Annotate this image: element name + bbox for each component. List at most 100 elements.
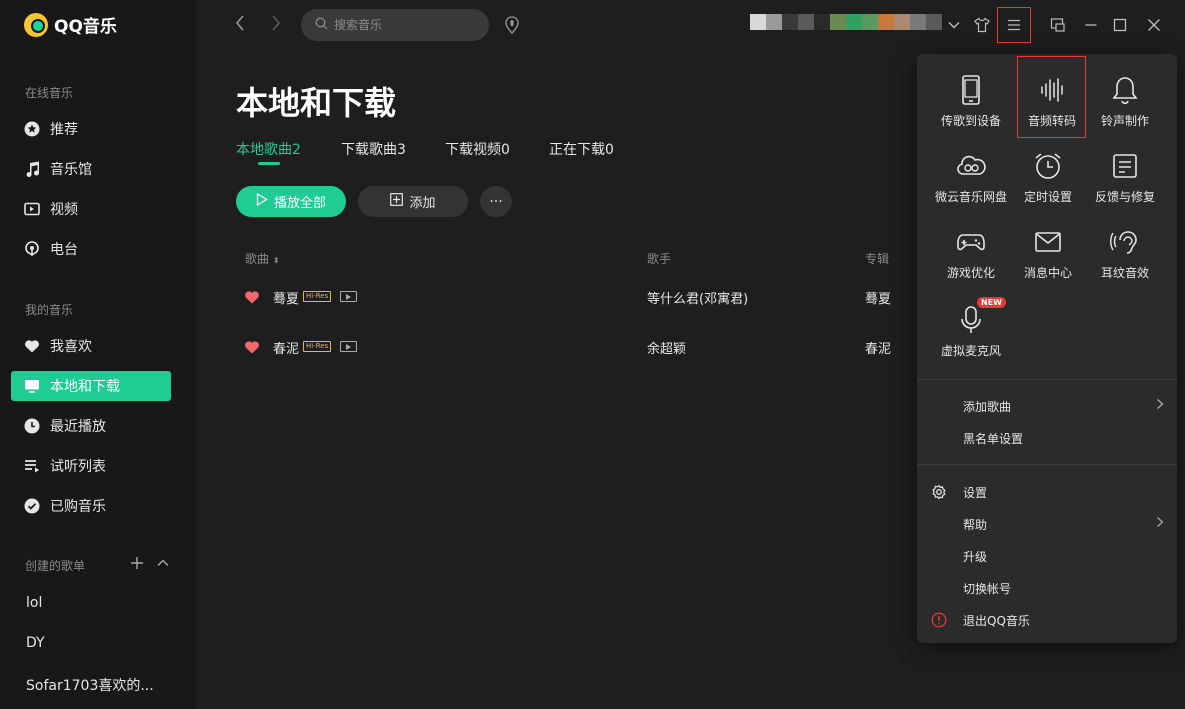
sidebar-item-favorites[interactable]: 我喜欢 [11,331,171,361]
menu-feedback-repair[interactable]: 反馈与修复 [1086,130,1164,204]
playlist-actions [130,555,170,575]
mv-icon[interactable] [340,291,357,302]
menu-ringtone[interactable]: 铃声制作 [1086,54,1164,128]
sidebar-item-purchased[interactable]: 已购音乐 [11,491,171,521]
menu-item-label: 黑名单设置 [963,431,1024,446]
sidebar-item-music-hall[interactable]: 音乐馆 [11,154,171,184]
plus-icon[interactable] [130,555,144,575]
menu-item-label: 游戏优化 [946,266,995,280]
chevron-right-icon [1155,398,1165,414]
menu-timer[interactable]: 定时设置 [1009,130,1087,204]
tab-local-songs[interactable]: 本地歌曲2 [236,139,301,159]
back-arrow-icon[interactable] [234,14,246,37]
menu-upgrade[interactable]: 升级 [917,541,1177,571]
play-all-button[interactable]: 播放全部 [236,186,346,217]
topbar [196,0,1185,50]
column-song-label: 歌曲 [245,252,270,266]
radio-icon [24,241,40,257]
minimize-icon[interactable] [1081,15,1101,35]
menu-message-center[interactable]: 消息中心 [1009,206,1087,280]
sidebar: QQ音乐 在线音乐 推荐 音乐馆 视频 电台 我的音乐 我喜欢 本地和下载 最近… [0,0,196,709]
menu-help[interactable]: 帮助 [917,509,1177,539]
menu-switch-account[interactable]: 切换帐号 [917,573,1177,603]
song-album[interactable]: 春泥 [865,338,891,357]
chevron-down-icon[interactable] [944,15,964,35]
sidebar-item-radio[interactable]: 电台 [11,234,171,264]
playlist-item[interactable]: lol [26,595,42,611]
tab-downloaded-videos[interactable]: 下载视频0 [445,139,510,159]
ear-icon [1109,226,1141,258]
forward-arrow-icon[interactable] [270,14,282,37]
bell-icon [1109,74,1141,106]
sidebar-item-label: 我喜欢 [50,339,92,355]
chevron-up-icon[interactable] [156,555,170,575]
song-album[interactable]: 蓦夏 [865,288,891,307]
sidebar-item-label: 电台 [50,242,78,258]
sidebar-item-label: 最近播放 [50,419,106,435]
playlist-item[interactable]: DY [26,635,45,651]
feedback-icon [1109,150,1141,182]
page-title: 本地和下载 [236,84,397,122]
sidebar-item-label: 视频 [50,202,78,218]
song-singer[interactable]: 等什么君(邓寓君) [647,288,748,307]
menu-exit[interactable]: 退出QQ音乐 [917,605,1177,635]
song-row[interactable]: 蓦夏 Hi-Res 等什么君(邓寓君) 蓦夏 [236,277,916,317]
menu-earprint-audio[interactable]: 耳纹音效 [1086,206,1164,280]
liked-heart-icon[interactable] [244,289,260,305]
active-tab-indicator [258,162,280,165]
menu-audio-transcode[interactable]: 音频转码 [1013,54,1091,128]
more-options-button[interactable]: ··· [480,186,512,217]
liked-heart-icon[interactable] [244,339,260,355]
sidebar-item-recommend[interactable]: 推荐 [11,114,171,144]
maximize-icon[interactable] [1110,15,1130,35]
exit-warning-icon [931,612,947,628]
sidebar-item-label: 已购音乐 [50,499,106,515]
search-box[interactable] [301,9,489,41]
song-singer[interactable]: 余超颖 [647,338,686,357]
app-logo[interactable]: QQ音乐 [24,12,117,37]
add-button[interactable]: 添加 [358,186,468,217]
tab-downloading[interactable]: 正在下载0 [549,139,614,159]
menu-transfer-to-device[interactable]: 传歌到设备 [932,54,1010,128]
star-circle-icon [24,121,40,137]
menu-weiyun-cloud[interactable]: 微云音乐网盘 [932,130,1010,204]
menu-item-label: 切换帐号 [963,581,1012,596]
tab-downloaded-songs[interactable]: 下载歌曲3 [341,139,406,159]
user-avatar-obscured[interactable] [750,14,942,30]
qq-music-logo-icon [24,12,48,37]
list-icon [24,458,40,474]
mail-icon [1032,226,1064,258]
menu-virtual-microphone[interactable]: 虚拟麦克风 [932,284,1010,358]
skin-shirt-icon[interactable] [972,15,992,35]
menu-game-optimize[interactable]: 游戏优化 [932,206,1010,280]
new-badge: NEW [977,297,1006,308]
mini-mode-icon[interactable] [1048,15,1068,35]
column-song[interactable]: 歌曲 ⬍ [245,250,280,267]
sidebar-item-label: 本地和下载 [50,379,120,395]
menu-add-songs[interactable]: 添加歌曲 [917,391,1177,421]
search-input[interactable] [334,18,474,32]
menu-item-label: 升级 [963,549,988,564]
voice-search-icon[interactable] [504,16,520,34]
song-title[interactable]: 春泥 [273,338,299,357]
play-all-label: 播放全部 [273,196,326,211]
menu-blacklist[interactable]: 黑名单设置 [917,423,1177,453]
sidebar-item-recent[interactable]: 最近播放 [11,411,171,441]
menu-settings[interactable]: 设置 [917,477,1177,507]
sidebar-item-trial-list[interactable]: 试听列表 [11,451,171,481]
playlist-item[interactable]: Sofar1703喜欢的... [26,675,154,695]
sidebar-item-local-downloads[interactable]: 本地和下载 [11,371,171,401]
mv-icon[interactable] [340,341,357,352]
gamepad-icon [955,226,987,258]
clock-icon [24,418,40,434]
main-menu-dropdown: 传歌到设备 音频转码 铃声制作 微云音乐网盘 定时设置 反馈与修复 游戏优化 消… [917,54,1177,643]
video-icon [24,201,40,217]
menu-divider [917,464,1177,465]
microphone-icon [955,304,987,336]
close-icon[interactable] [1144,15,1164,35]
song-row[interactable]: 春泥 Hi-Res 余超颖 春泥 [236,327,916,367]
sidebar-item-video[interactable]: 视频 [11,194,171,224]
song-title[interactable]: 蓦夏 [273,288,299,307]
chevron-right-icon [1155,516,1165,532]
phone-icon [955,74,987,106]
